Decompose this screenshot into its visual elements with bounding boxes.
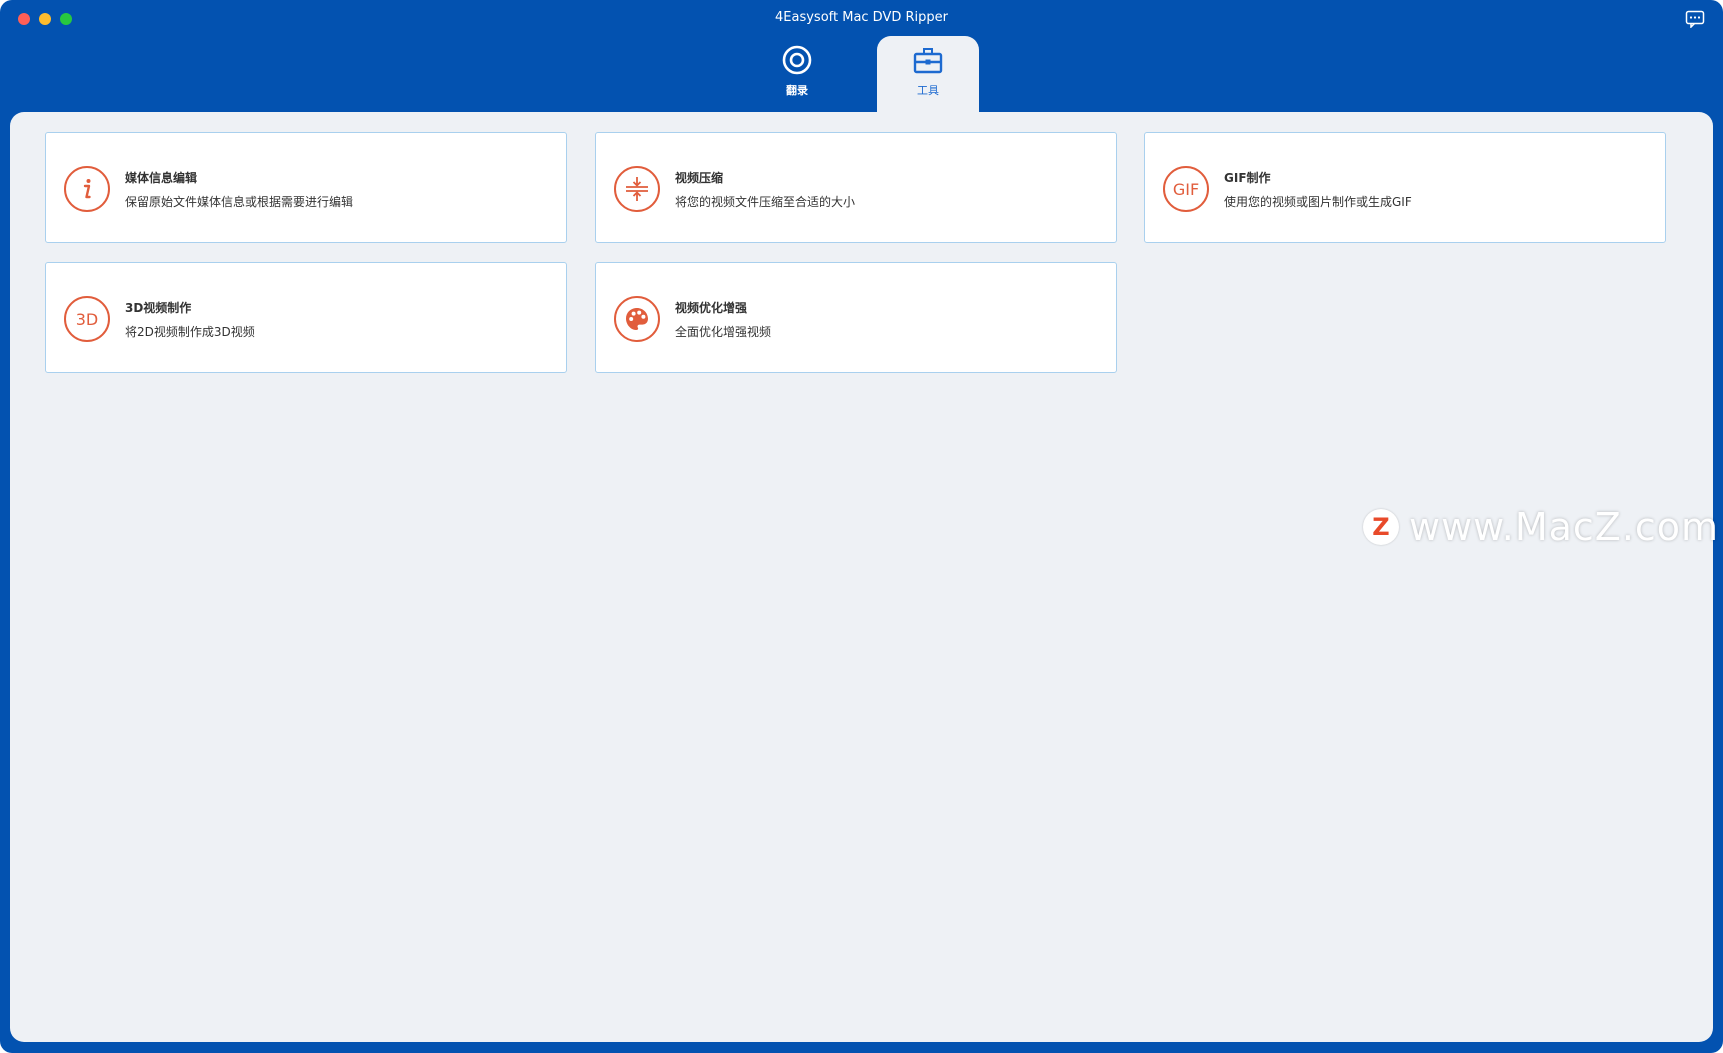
gif-icon-text: GIF [1172,179,1200,199]
tool-title: 视频优化增强 [675,301,748,315]
tool-title: 媒体信息编辑 [125,171,198,185]
tool-title: 视频压缩 [675,171,724,185]
app-window: 4Easysoft Mac DVD Ripper 翻录 工具 媒体信息编辑 保留… [0,0,1723,1053]
tab-toolbox[interactable]: 工具 [877,36,979,112]
tool-description: 将2D视频制作成3D视频 [125,325,255,339]
tool-card-3d-maker[interactable]: 3D 3D视频制作 将2D视频制作成3D视频 [45,262,567,373]
3d-icon: 3D [64,296,110,342]
tool-card-gif-maker[interactable]: GIF GIF制作 使用您的视频或图片制作或生成GIF [1144,132,1666,243]
3d-icon-text: 3D [75,309,99,329]
palette-icon [614,296,660,342]
tab-toolbox-label: 工具 [917,84,939,97]
tool-description: 使用您的视频或图片制作或生成GIF [1224,195,1412,209]
tool-description: 全面优化增强视频 [675,325,772,339]
tool-description: 保留原始文件媒体信息或根据需要进行编辑 [125,195,354,209]
info-icon [64,166,110,212]
tool-card-media-metadata[interactable]: 媒体信息编辑 保留原始文件媒体信息或根据需要进行编辑 [45,132,567,243]
tool-description: 将您的视频文件压缩至合适的大小 [675,195,856,209]
tool-title: GIF制作 [1224,171,1271,185]
window-title: 4Easysoft Mac DVD Ripper [775,10,948,25]
tool-title: 3D视频制作 [125,301,192,315]
chat-icon [1685,10,1705,29]
tool-card-video-compressor[interactable]: 视频压缩 将您的视频文件压缩至合适的大小 [595,132,1117,243]
compress-icon [614,166,660,212]
tool-card-video-enhancer[interactable]: 视频优化增强 全面优化增强视频 [595,262,1117,373]
disc-icon [782,45,812,75]
watermark-logo: Z [1363,509,1399,545]
tools-panel: 媒体信息编辑 保留原始文件媒体信息或根据需要进行编辑 视频压缩 将您的视频文件压… [10,112,1713,1042]
feedback-button[interactable] [1685,10,1705,29]
gif-icon: GIF [1163,166,1209,212]
toolbox-icon [913,48,943,74]
tab-ripper-label: 翻录 [786,84,808,97]
watermark: Z www.MacZ.com [1363,505,1719,549]
tab-ripper[interactable]: 翻录 [746,36,848,112]
watermark-text: www.MacZ.com [1409,505,1720,549]
